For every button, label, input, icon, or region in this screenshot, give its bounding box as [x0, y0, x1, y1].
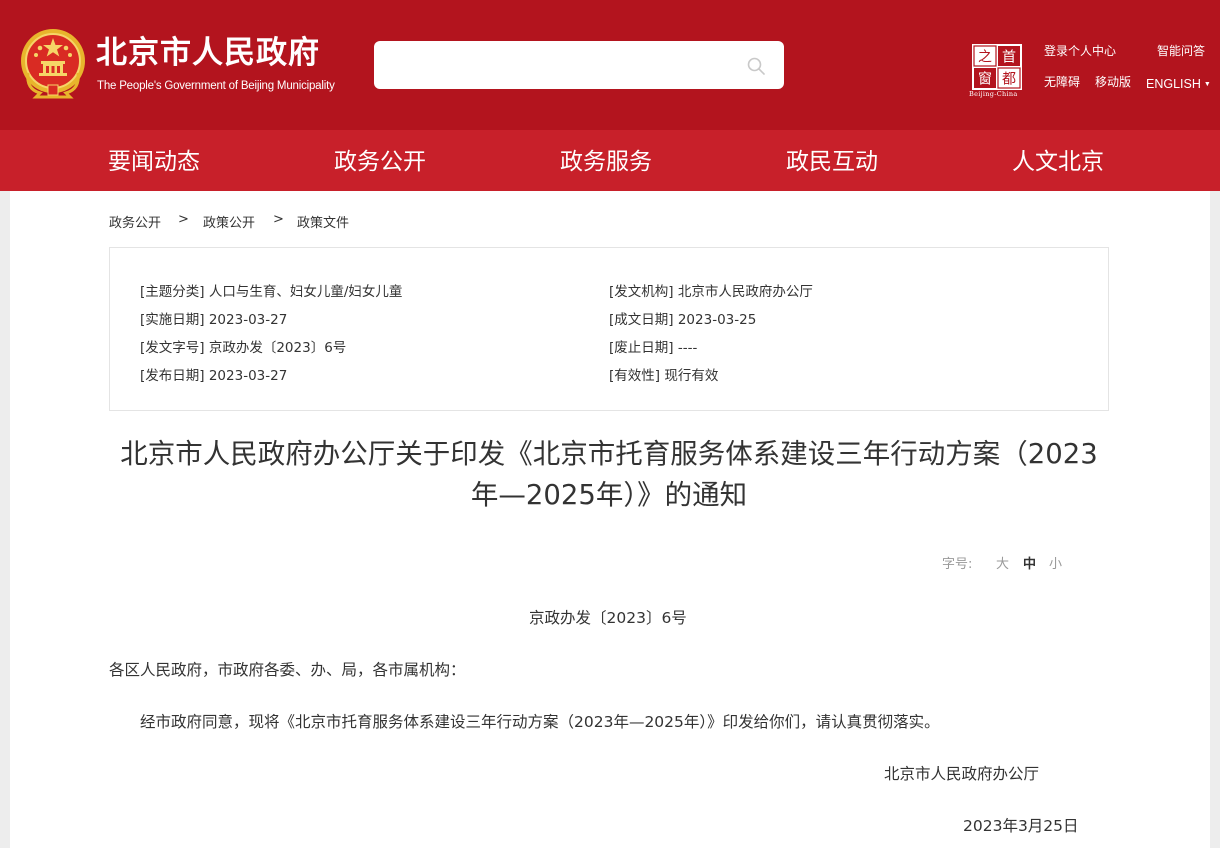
font-size-small-option[interactable]: 小 [1049, 553, 1062, 572]
mobile-version-link[interactable]: 移动版 [1095, 73, 1131, 90]
meta-written-date: [成文日期] 2023-03-25 [609, 308, 756, 328]
capital-logo-char-3: 窗 [978, 71, 992, 88]
meta-published-value: 2023-03-27 [208, 368, 288, 384]
meta-topic-label: [主题分类] [140, 284, 205, 300]
meta-written-label: [成文日期] [609, 312, 674, 328]
meta-topic: [主题分类] 人口与生育、妇女儿童/妇女儿童 [140, 280, 402, 300]
capital-logo-char-1: 之 [978, 50, 992, 66]
breadcrumb-item-government-affairs[interactable]: 政务公开 [109, 212, 161, 231]
font-size-label: 字号: [942, 553, 972, 572]
breadcrumb-item-policy-disclosure[interactable]: 政策公开 [203, 212, 255, 231]
ai-qa-link[interactable]: 智能问答 [1157, 42, 1205, 59]
nav-item-culture-beijing[interactable]: 人文北京 [1012, 130, 1104, 191]
meta-issuer-label: [发文机构] [609, 284, 674, 300]
document-title-line-2: 年—2025年）》的通知 [470, 479, 748, 511]
capital-logo-char-4: 都 [1002, 72, 1016, 88]
meta-abolish-label: [废止日期] [609, 340, 674, 356]
document-signature: 北京市人民政府办公厅 [884, 765, 1040, 783]
meta-validity: [有效性] 现行有效 [609, 364, 718, 384]
document-addressee: 各区人民政府，市政府各委、办、局，各市属机构： [109, 661, 466, 679]
nav-item-government-services[interactable]: 政务服务 [560, 130, 652, 191]
breadcrumb-separator: > [273, 212, 284, 227]
meta-abolish-date: [废止日期] ---- [609, 336, 697, 356]
capital-logo-char-2: 首 [1002, 50, 1016, 66]
document-title-line-1: 北京市人民政府办公厅关于印发《北京市托育服务体系建设三年行动方案（2023 [120, 438, 1098, 470]
meta-effective-date: [实施日期] 2023-03-27 [140, 308, 287, 328]
search-box [374, 41, 784, 89]
meta-publish-date: [发布日期] 2023-03-27 [140, 364, 287, 384]
meta-docno-label: [发文字号] [140, 340, 205, 356]
caret-down-icon: ▼ [1203, 81, 1211, 88]
breadcrumb-separator: > [178, 212, 189, 227]
nav-item-government-affairs[interactable]: 政务公开 [334, 130, 426, 191]
meta-written-value: 2023-03-25 [677, 312, 757, 328]
meta-published-label: [发布日期] [140, 368, 205, 384]
login-link[interactable]: 登录个人中心 [1044, 42, 1116, 59]
site-title[interactable]: 北京市人民政府 [96, 33, 320, 73]
search-icon[interactable] [746, 56, 766, 76]
meta-document-number: [发文字号] 京政办发〔2023〕6号 [140, 336, 346, 356]
meta-abolish-value: ---- [677, 340, 698, 356]
document-metadata-box [109, 247, 1109, 411]
meta-issuer: [发文机构] 北京市人民政府办公厅 [609, 280, 813, 300]
document-body-paragraph: 经市政府同意，现将《北京市托育服务体系建设三年行动方案（2023年—2025年）… [140, 713, 940, 731]
national-emblem-icon [21, 29, 85, 99]
document-number-line: 京政办发〔2023〕6号 [529, 609, 687, 627]
meta-validity-label: [有效性] [609, 368, 661, 384]
font-size-large-option[interactable]: 大 [996, 553, 1009, 572]
accessibility-link[interactable]: 无障碍 [1044, 73, 1080, 90]
nav-item-news[interactable]: 要闻动态 [108, 130, 200, 191]
meta-validity-value: 现行有效 [664, 368, 719, 384]
meta-effective-value: 2023-03-27 [208, 312, 288, 328]
nav-item-interaction[interactable]: 政民互动 [786, 130, 878, 191]
meta-topic-value: 人口与生育、妇女儿童/妇女儿童 [208, 284, 403, 300]
english-label: ENGLISH [1146, 77, 1201, 91]
font-size-label-text: 字号: [942, 557, 973, 572]
main-nav: 要闻动态 政务公开 政务服务 政民互动 人文北京 [0, 130, 1220, 191]
document-title: 北京市人民政府办公厅关于印发《北京市托育服务体系建设三年行动方案（2023 年—… [109, 434, 1109, 516]
meta-docno-value: 京政办发〔2023〕6号 [208, 340, 347, 356]
site-subtitle: The People's Government of Beijing Munic… [97, 80, 335, 92]
capital-logo-caption: Beijing-China [969, 90, 1018, 98]
document-date: 2023年3月25日 [963, 817, 1079, 835]
breadcrumb-item-policy-documents[interactable]: 政策文件 [297, 212, 349, 231]
english-link[interactable]: ENGLISH ▼ [1146, 77, 1211, 91]
meta-effective-label: [实施日期] [140, 312, 205, 328]
font-size-medium-option[interactable]: 中 [1023, 553, 1036, 572]
meta-issuer-value: 北京市人民政府办公厅 [677, 284, 813, 300]
search-input[interactable] [374, 41, 734, 89]
